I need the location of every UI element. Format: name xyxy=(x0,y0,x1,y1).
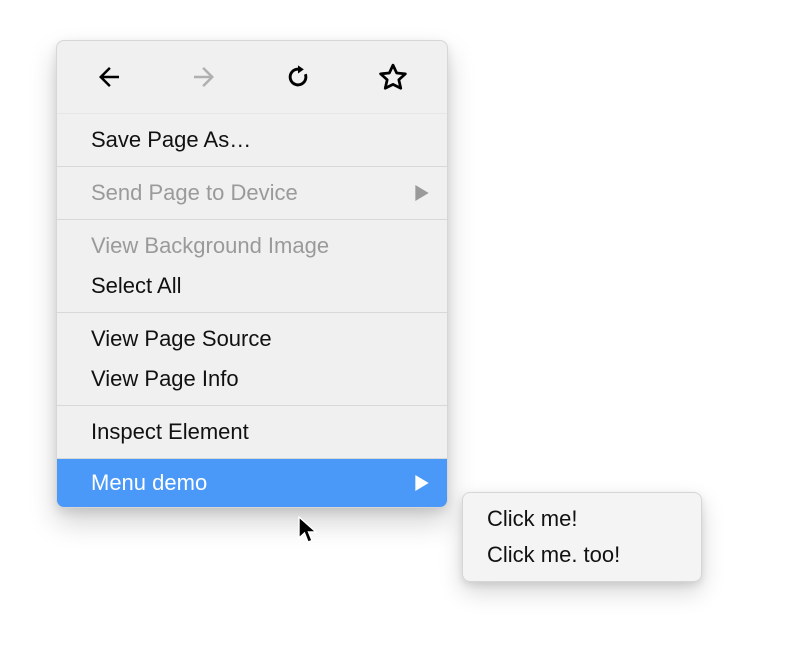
submenu-item-click-me[interactable]: Click me! xyxy=(463,501,701,537)
menu-item-select-all[interactable]: Select All xyxy=(57,266,447,306)
menu-item-label: View Page Info xyxy=(91,363,239,395)
menu-group: Menu demo xyxy=(57,459,447,507)
cursor-icon xyxy=(298,516,320,544)
menu-item-view-background-image: View Background Image xyxy=(57,226,447,266)
bookmark-button[interactable] xyxy=(367,51,419,103)
menu-item-label: View Page Source xyxy=(91,323,272,355)
menu-item-label: Click me. too! xyxy=(487,539,620,571)
menu-item-menu-demo[interactable]: Menu demo xyxy=(57,459,447,507)
chevron-right-icon xyxy=(415,475,429,491)
submenu: Click me! Click me. too! xyxy=(462,492,702,582)
menu-item-label: Menu demo xyxy=(91,467,207,499)
menu-item-view-page-info[interactable]: View Page Info xyxy=(57,359,447,399)
star-icon xyxy=(378,62,408,92)
menu-item-label: Inspect Element xyxy=(91,416,249,448)
menu-item-label: Save Page As… xyxy=(91,124,251,156)
menu-item-inspect-element[interactable]: Inspect Element xyxy=(57,412,447,452)
toolbar-row xyxy=(57,41,447,113)
menu-group: View Background Image Select All xyxy=(57,220,447,312)
submenu-item-click-me-too[interactable]: Click me. too! xyxy=(463,537,701,573)
chevron-right-icon xyxy=(415,185,429,201)
context-menu: Save Page As… Send Page to Device View B… xyxy=(56,40,448,508)
menu-group: Save Page As… xyxy=(57,114,447,166)
reload-icon xyxy=(284,63,312,91)
forward-arrow-icon xyxy=(189,62,219,92)
menu-group: Send Page to Device xyxy=(57,167,447,219)
menu-item-view-page-source[interactable]: View Page Source xyxy=(57,319,447,359)
back-button[interactable] xyxy=(83,51,135,103)
back-arrow-icon xyxy=(94,62,124,92)
menu-group: Inspect Element xyxy=(57,406,447,458)
menu-item-send-page-to-device: Send Page to Device xyxy=(57,173,447,213)
menu-item-label: Click me! xyxy=(487,503,577,535)
reload-button[interactable] xyxy=(272,51,324,103)
menu-group: View Page Source View Page Info xyxy=(57,313,447,405)
menu-item-label: Select All xyxy=(91,270,182,302)
menu-item-label: View Background Image xyxy=(91,230,329,262)
menu-item-save-page-as[interactable]: Save Page As… xyxy=(57,120,447,160)
forward-button[interactable] xyxy=(178,51,230,103)
menu-item-label: Send Page to Device xyxy=(91,177,298,209)
